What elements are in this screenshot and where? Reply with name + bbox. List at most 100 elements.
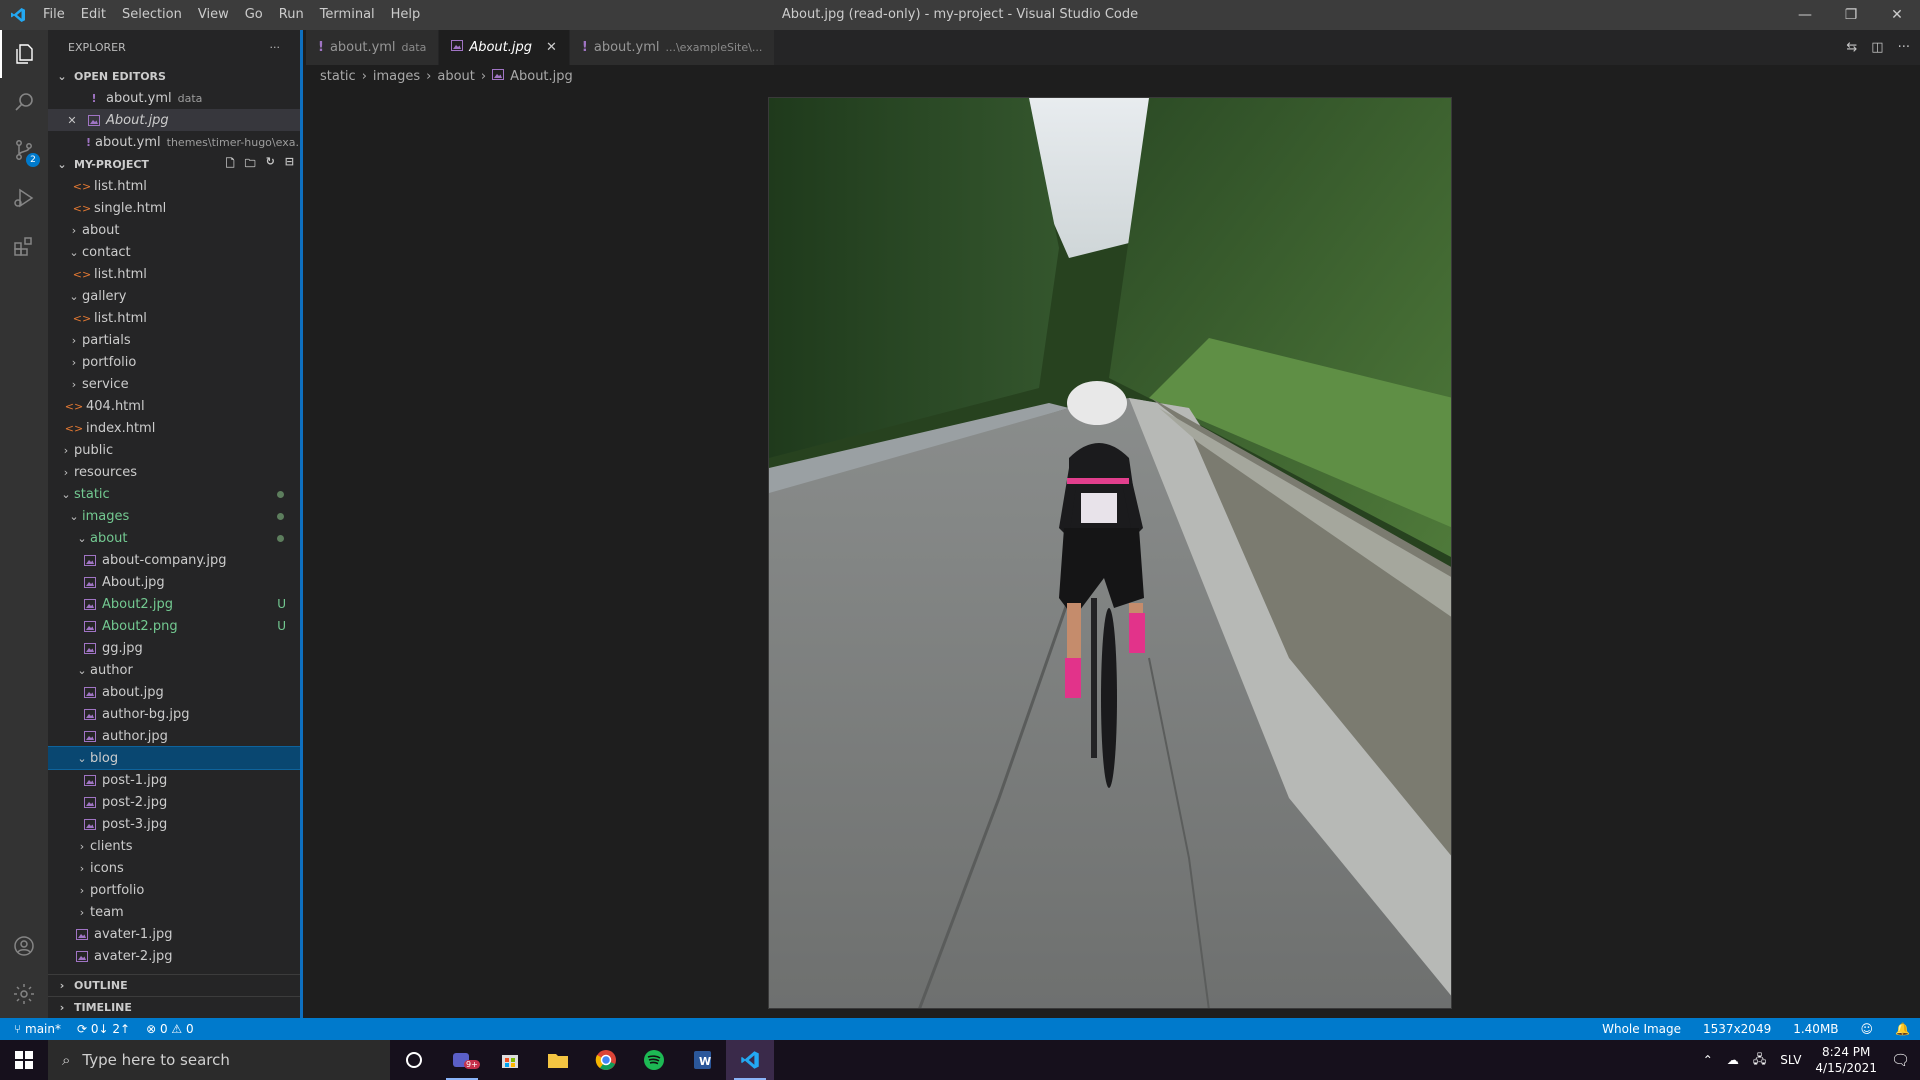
taskbar-search-box[interactable]: ⌕ Type here to search bbox=[48, 1040, 390, 1080]
onedrive-icon[interactable]: ☁ bbox=[1727, 1053, 1739, 1067]
tree-file[interactable]: post-3.jpg bbox=[48, 813, 300, 835]
collapse-all-icon[interactable]: ⊟ bbox=[285, 155, 294, 174]
search-icon[interactable] bbox=[0, 78, 48, 126]
tab-about-yml-example[interactable]: ! about.yml ...\exampleSite\... bbox=[569, 30, 776, 65]
close-window-icon[interactable]: ✕ bbox=[1874, 0, 1920, 30]
outline-header[interactable]: › OUTLINE bbox=[48, 974, 300, 996]
tree-file[interactable]: avater-1.jpg bbox=[48, 923, 300, 945]
tree-folder[interactable]: › clients bbox=[48, 835, 300, 857]
restore-icon[interactable]: ❐ bbox=[1828, 0, 1874, 30]
breadcrumb-item[interactable]: images bbox=[373, 69, 420, 84]
vscode-taskbar-icon[interactable] bbox=[726, 1040, 774, 1080]
tree-folder[interactable]: ⌄ static bbox=[48, 483, 300, 505]
menu-go[interactable]: Go bbox=[237, 0, 271, 30]
tree-folder[interactable]: ⌄ gallery bbox=[48, 285, 300, 307]
extensions-icon[interactable] bbox=[0, 222, 48, 270]
sync-indicator[interactable]: ⟳ 0↓ 2↑ bbox=[77, 1022, 130, 1036]
tree-folder[interactable]: ⌄ contact bbox=[48, 241, 300, 263]
new-file-icon[interactable]: 🗋 bbox=[226, 155, 235, 174]
breadcrumb-item[interactable]: static bbox=[320, 69, 356, 84]
tab-about-jpg[interactable]: About.jpg ✕ bbox=[439, 30, 570, 65]
new-folder-icon[interactable]: 🗀 bbox=[245, 155, 256, 174]
image-preview[interactable] bbox=[768, 97, 1452, 1009]
action-center-icon[interactable]: 🗨 bbox=[1891, 1051, 1910, 1069]
source-control-icon[interactable]: 2 bbox=[0, 126, 48, 174]
menu-help[interactable]: Help bbox=[383, 0, 429, 30]
tree-folder[interactable]: ⌄ author bbox=[48, 659, 300, 681]
run-debug-icon[interactable] bbox=[0, 174, 48, 222]
more-actions-icon[interactable]: ··· bbox=[270, 41, 281, 54]
tree-folder[interactable]: › portfolio bbox=[48, 879, 300, 901]
menu-terminal[interactable]: Terminal bbox=[312, 0, 383, 30]
spotify-icon[interactable] bbox=[630, 1040, 678, 1080]
tree-folder[interactable]: › icons bbox=[48, 857, 300, 879]
windows-start-icon[interactable] bbox=[0, 1040, 48, 1080]
settings-gear-icon[interactable] bbox=[0, 970, 48, 1018]
tree-file[interactable]: post-2.jpg bbox=[48, 791, 300, 813]
tree-file[interactable]: author.jpg bbox=[48, 725, 300, 747]
zoom-indicator[interactable]: Whole Image bbox=[1602, 1022, 1681, 1036]
breadcrumb-item[interactable]: about bbox=[437, 69, 475, 84]
split-editor-icon[interactable]: ◫ bbox=[1871, 40, 1883, 55]
tree-file[interactable]: gg.jpg bbox=[48, 637, 300, 659]
accounts-icon[interactable] bbox=[0, 922, 48, 970]
file-explorer-icon[interactable] bbox=[534, 1040, 582, 1080]
tab-about-yml-data[interactable]: ! about.yml data bbox=[306, 30, 440, 65]
word-icon[interactable]: W bbox=[678, 1040, 726, 1080]
tree-file[interactable]: About.jpg bbox=[48, 571, 300, 593]
tree-folder[interactable]: › service bbox=[48, 373, 300, 395]
tree-file[interactable]: <> list.html bbox=[48, 263, 300, 285]
tree-file[interactable]: author-bg.jpg bbox=[48, 703, 300, 725]
problems-indicator[interactable]: ⊗ 0 ⚠ 0 bbox=[146, 1022, 194, 1036]
menu-edit[interactable]: Edit bbox=[73, 0, 114, 30]
show-hidden-icons-icon[interactable]: ⌃ bbox=[1703, 1053, 1713, 1067]
tree-file[interactable]: <> list.html bbox=[48, 307, 300, 329]
tree-file[interactable]: about-company.jpg bbox=[48, 549, 300, 571]
network-icon[interactable]: 🖧 bbox=[1753, 1050, 1766, 1071]
chrome-icon[interactable] bbox=[582, 1040, 630, 1080]
input-language[interactable]: SLV bbox=[1780, 1053, 1801, 1067]
explorer-icon[interactable] bbox=[0, 30, 48, 78]
timeline-header[interactable]: › TIMELINE bbox=[48, 996, 300, 1018]
close-tab-icon[interactable]: ✕ bbox=[546, 40, 557, 55]
tree-folder[interactable]: › team bbox=[48, 901, 300, 923]
tree-folder[interactable]: › about bbox=[48, 219, 300, 241]
tree-folder[interactable]: ⌄ blog bbox=[48, 746, 300, 770]
tree-folder[interactable]: › partials bbox=[48, 329, 300, 351]
tree-file[interactable]: avater-2.jpg bbox=[48, 945, 300, 967]
open-editor-item[interactable]: ! about.yml data bbox=[48, 87, 300, 109]
store-icon[interactable] bbox=[486, 1040, 534, 1080]
tree-folder[interactable]: ⌄ images bbox=[48, 505, 300, 527]
tree-file[interactable]: About2.jpg U bbox=[48, 593, 300, 615]
tree-file[interactable]: <> 404.html bbox=[48, 395, 300, 417]
project-header[interactable]: ⌄ MY-PROJECT 🗋 🗀 ↻ ⊟ bbox=[48, 153, 300, 175]
clock[interactable]: 8:24 PM 4/15/2021 bbox=[1815, 1044, 1877, 1076]
tree-folder[interactable]: ⌄ about bbox=[48, 527, 300, 549]
menu-view[interactable]: View bbox=[190, 0, 237, 30]
more-actions-icon[interactable]: ··· bbox=[1898, 40, 1910, 55]
notifications-icon[interactable]: 🔔 bbox=[1895, 1022, 1910, 1036]
tree-folder[interactable]: › portfolio bbox=[48, 351, 300, 373]
feedback-icon[interactable]: ☺ bbox=[1861, 1022, 1874, 1036]
open-changes-icon[interactable]: ⇆ bbox=[1846, 40, 1857, 55]
tree-folder[interactable]: › public bbox=[48, 439, 300, 461]
menu-file[interactable]: File bbox=[35, 0, 73, 30]
refresh-icon[interactable]: ↻ bbox=[266, 155, 275, 174]
menu-run[interactable]: Run bbox=[271, 0, 312, 30]
tree-file[interactable]: <> index.html bbox=[48, 417, 300, 439]
cortana-icon[interactable] bbox=[390, 1040, 438, 1080]
tree-file[interactable]: post-1.jpg bbox=[48, 769, 300, 791]
tree-file[interactable]: about.jpg bbox=[48, 681, 300, 703]
close-editor-icon[interactable]: ✕ bbox=[64, 114, 80, 127]
menu-selection[interactable]: Selection bbox=[114, 0, 190, 30]
vscode-logo-icon[interactable] bbox=[0, 0, 35, 30]
tree-file[interactable]: About2.png U bbox=[48, 615, 300, 637]
open-editors-header[interactable]: ⌄ OPEN EDITORS bbox=[48, 65, 300, 87]
teams-icon[interactable]: 9+ bbox=[438, 1040, 486, 1080]
tree-file[interactable]: <> single.html bbox=[48, 197, 300, 219]
tree-file[interactable]: <> list.html bbox=[48, 175, 300, 197]
tree-folder[interactable]: › resources bbox=[48, 461, 300, 483]
open-editor-item[interactable]: ! about.yml themes\timer-hugo\exa... bbox=[48, 131, 300, 153]
minimize-icon[interactable]: — bbox=[1782, 0, 1828, 30]
open-editor-item-active[interactable]: ✕ About.jpg bbox=[48, 109, 300, 131]
